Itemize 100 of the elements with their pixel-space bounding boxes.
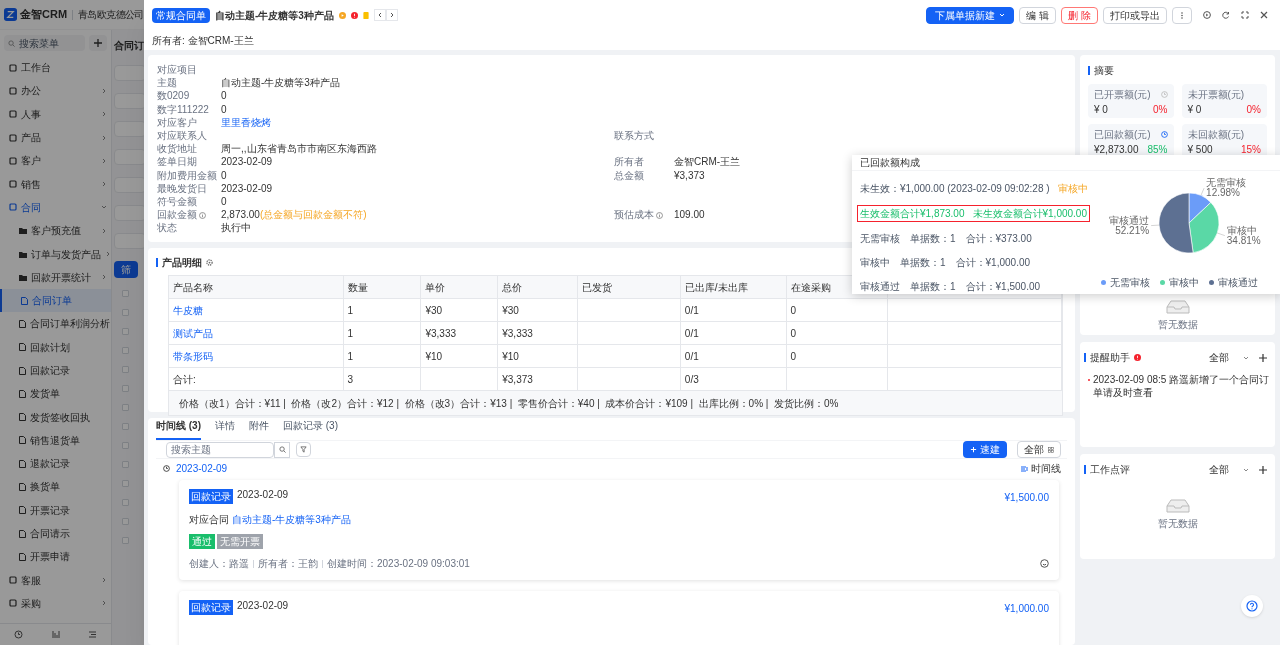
sidebar-item[interactable]: 客户预充值 xyxy=(0,219,111,243)
sidebar-item[interactable]: 合同订单 xyxy=(0,288,111,313)
filter-dropdown[interactable]: 全部 xyxy=(1209,462,1249,477)
field-value: 0 xyxy=(221,196,227,208)
input-field[interactable] xyxy=(114,121,144,137)
gear-icon[interactable] xyxy=(206,259,213,266)
search-field[interactable]: 搜索主题 xyxy=(166,441,274,458)
smiley-icon[interactable] xyxy=(1040,559,1049,568)
add-icon[interactable] xyxy=(1259,465,1267,474)
sidebar-item[interactable]: 工作台 xyxy=(0,56,111,80)
next-button[interactable] xyxy=(385,9,398,21)
close-icon[interactable] xyxy=(1260,11,1268,19)
add-button[interactable] xyxy=(89,35,107,51)
sidebar-item[interactable]: 发货单 xyxy=(0,382,111,406)
tab[interactable]: 附件 xyxy=(249,418,269,440)
product-link[interactable]: 带条形码 xyxy=(173,348,213,364)
input-field[interactable] xyxy=(114,149,144,165)
fullscreen-icon[interactable] xyxy=(1241,11,1249,19)
sidebar-item[interactable]: 客服 xyxy=(0,568,111,592)
contract-link[interactable]: 自动主题-牛皮糖等3种产品 xyxy=(232,512,351,527)
input-field[interactable] xyxy=(114,65,144,81)
refresh-icon[interactable] xyxy=(1222,11,1230,19)
sidebar-item[interactable]: 产品 xyxy=(0,125,111,150)
checkbox[interactable] xyxy=(122,404,129,411)
alert-icon[interactable] xyxy=(350,11,358,19)
checkbox[interactable] xyxy=(122,442,129,449)
sidebar-item[interactable]: 销售 xyxy=(0,172,111,196)
field-value: 2023-02-09 xyxy=(221,182,273,194)
customer-link[interactable]: 里里香烧烤 xyxy=(221,116,271,128)
filter-dropdown[interactable]: 全部 xyxy=(1209,350,1249,365)
filter-button[interactable]: 筛 xyxy=(114,261,138,278)
sidebar-item[interactable]: 合同订单利润分析 xyxy=(0,312,111,336)
sidebar-item[interactable]: 回款记录 xyxy=(0,358,111,383)
field-label: 对应联系人 xyxy=(157,130,207,141)
column-header: 已发货 xyxy=(582,280,613,295)
quick-create-button[interactable]: 速建 xyxy=(963,441,1007,458)
search-button[interactable] xyxy=(274,441,290,458)
sidebar-item[interactable]: 办公 xyxy=(0,79,111,103)
checkbox[interactable] xyxy=(122,518,129,525)
toolbar-button[interactable]: 删 除 xyxy=(1061,6,1098,24)
list-icon[interactable] xyxy=(88,630,97,639)
checkbox[interactable] xyxy=(122,347,129,354)
help-button[interactable] xyxy=(1241,595,1263,617)
checkbox[interactable] xyxy=(122,461,129,468)
document-icon xyxy=(19,319,26,328)
checkbox[interactable] xyxy=(122,290,129,297)
checkbox[interactable] xyxy=(122,537,129,544)
sidebar-item[interactable]: 退款记录 xyxy=(0,452,111,476)
checkbox[interactable] xyxy=(122,499,129,506)
field-label: 数0209 xyxy=(157,90,190,102)
sidebar-item[interactable]: 人事 xyxy=(0,102,111,126)
table-cell-text: ¥10 xyxy=(502,349,519,364)
toolbar-button[interactable]: 打印或导出 xyxy=(1103,6,1167,24)
section-title: 摘要 xyxy=(1094,64,1114,78)
checkbox[interactable] xyxy=(122,480,129,487)
product-link[interactable]: 测试产品 xyxy=(173,325,213,341)
checkbox[interactable] xyxy=(122,328,129,335)
table-cell-text: 0/3 xyxy=(684,372,699,387)
input-field[interactable] xyxy=(114,177,144,193)
search-field[interactable]: 搜索菜单 xyxy=(4,35,86,51)
filter-button[interactable] xyxy=(296,442,311,457)
sidebar-item[interactable]: 回款开票统计 xyxy=(0,265,111,289)
play-circle-icon[interactable] xyxy=(338,11,346,19)
input-field[interactable] xyxy=(114,93,144,109)
document-icon[interactable] xyxy=(362,11,369,19)
previous-button[interactable] xyxy=(373,9,386,21)
checkbox[interactable] xyxy=(122,423,129,430)
scope-button[interactable]: 全部 xyxy=(1017,441,1061,458)
sidebar-item[interactable]: 换货单 xyxy=(0,475,111,499)
sidebar-item[interactable]: 开票记录 xyxy=(0,498,111,522)
checkbox[interactable] xyxy=(122,366,129,373)
reminder-text[interactable]: 2023-02-09 08:5 路遥新增了一个合同订单请及时查看 xyxy=(1093,373,1271,399)
tab[interactable]: 详情 xyxy=(215,418,235,440)
input-field[interactable] xyxy=(114,205,144,221)
checkbox[interactable] xyxy=(122,385,129,392)
sidebar-item[interactable]: 采购 xyxy=(0,591,111,616)
history-icon[interactable] xyxy=(14,630,23,639)
toolbar-button[interactable]: 编 辑 xyxy=(1019,6,1057,24)
field-label: 数字111222 xyxy=(157,103,209,115)
company-name: 青岛欧克德公司 xyxy=(78,8,144,22)
sidebar-item[interactable]: 开票申请 xyxy=(0,545,111,569)
toolbar-button[interactable]: 下属单据新建 xyxy=(926,6,1015,24)
sidebar-item[interactable]: 回款计划 xyxy=(0,335,111,359)
sidebar-item[interactable]: 订单与发货产品 xyxy=(0,242,111,266)
sidebar-item[interactable]: 合同 xyxy=(0,195,111,220)
alert-icon xyxy=(1134,354,1141,361)
sidebar-item[interactable]: 客户 xyxy=(0,149,111,173)
sidebar-item[interactable]: 销售退货单 xyxy=(0,428,111,453)
play-circle-icon[interactable] xyxy=(1203,11,1211,19)
more-button[interactable] xyxy=(1172,6,1192,24)
checkbox[interactable] xyxy=(122,309,129,316)
tab[interactable]: 回款记录 (3) xyxy=(283,418,338,440)
product-link[interactable]: 牛皮糖 xyxy=(173,302,203,318)
input-field[interactable] xyxy=(114,233,144,249)
timeline-view-link[interactable]: 时间线 xyxy=(1021,461,1061,476)
tab[interactable]: 时间线 (3) xyxy=(156,418,201,440)
sidebar-item[interactable]: 合同请示 xyxy=(0,521,111,546)
add-icon[interactable] xyxy=(1259,353,1267,362)
sort-icon[interactable] xyxy=(51,630,60,639)
sidebar-item[interactable]: 发货签收回执 xyxy=(0,405,111,429)
